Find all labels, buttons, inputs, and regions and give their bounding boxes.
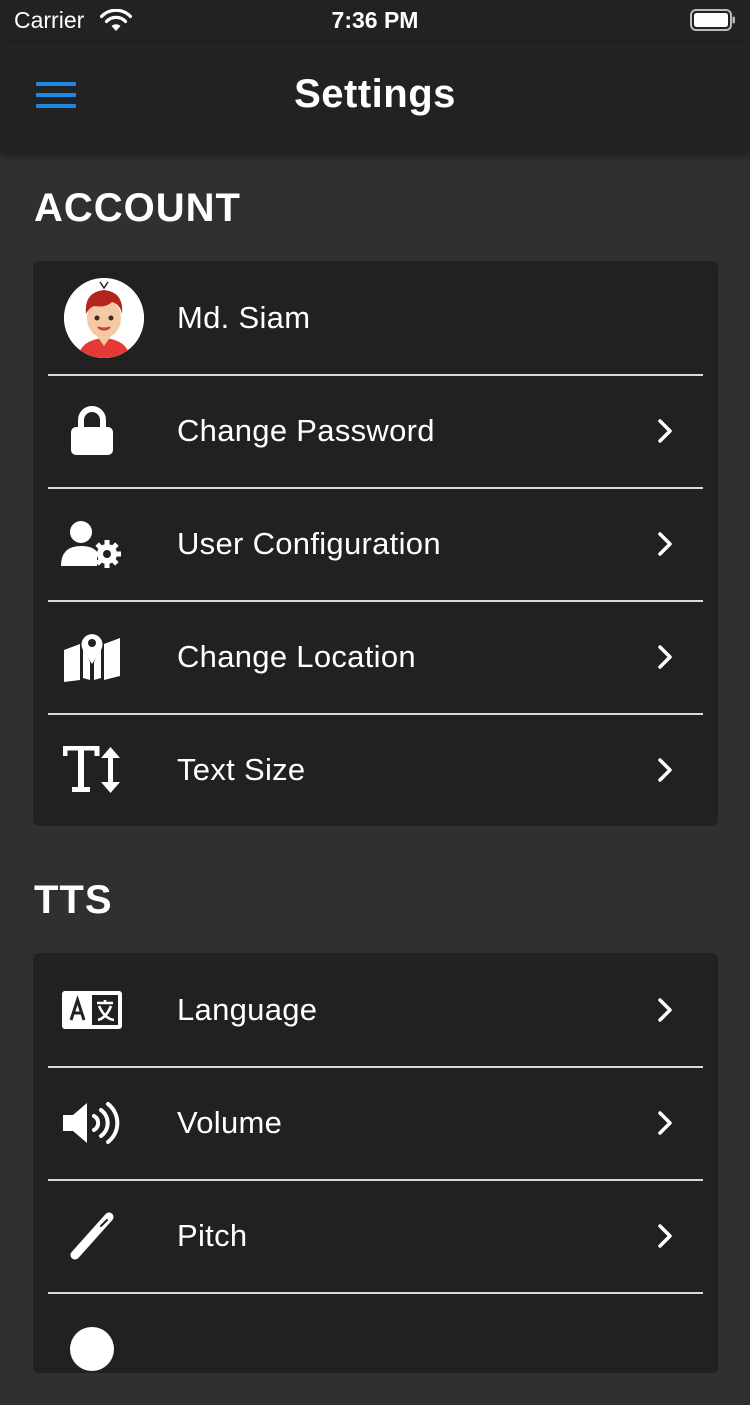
text-height-icon [61,739,123,801]
tts-card: Language Volume Pitch [33,953,718,1373]
user-gear-icon [61,513,123,575]
tts-section-title: TTS [34,878,113,922]
chevron-right-icon [658,531,672,556]
chevron-right-icon [658,757,672,782]
change-password-label: Change Password [177,412,435,448]
text-size-label: Text Size [177,751,306,787]
chevron-right-icon [658,1110,672,1135]
profile-row[interactable]: Md. Siam [33,261,718,374]
chevron-right-icon [658,997,672,1022]
info-icon [61,1318,123,1380]
change-location-row[interactable]: Change Location [33,600,718,713]
text-size-row[interactable]: Text Size [33,713,718,826]
battery-icon [690,9,735,31]
language-icon [61,979,123,1041]
pitch-label: Pitch [177,1217,248,1253]
user-configuration-row[interactable]: User Configuration [33,487,718,600]
account-card: Md. Siam Change Password User Configurat… [33,261,718,826]
pitch-row[interactable]: Pitch [33,1179,718,1292]
partial-row[interactable] [33,1292,718,1405]
map-location-icon [61,626,123,688]
chevron-right-icon [658,418,672,443]
language-label: Language [177,991,318,1027]
status-bar: Carrier 7:36 PM [0,0,750,42]
change-password-row[interactable]: Change Password [33,374,718,487]
avatar-illustration-icon [64,277,144,358]
change-location-label: Change Location [177,638,416,674]
user-configuration-label: User Configuration [177,525,441,561]
language-row[interactable]: Language [33,953,718,1066]
page-title: Settings [294,72,456,116]
profile-name: Md. Siam [177,299,311,335]
pitch-icon [61,1205,123,1267]
navigation-bar: Settings [0,42,750,152]
volume-label: Volume [177,1104,283,1140]
avatar [64,277,144,358]
clock: 7:36 PM [331,7,419,33]
volume-row[interactable]: Volume [33,1066,718,1179]
chevron-right-icon [658,1223,672,1248]
volume-icon [61,1092,123,1154]
chevron-right-icon [658,644,672,669]
lock-icon [61,400,123,462]
account-section-title: ACCOUNT [34,186,241,230]
